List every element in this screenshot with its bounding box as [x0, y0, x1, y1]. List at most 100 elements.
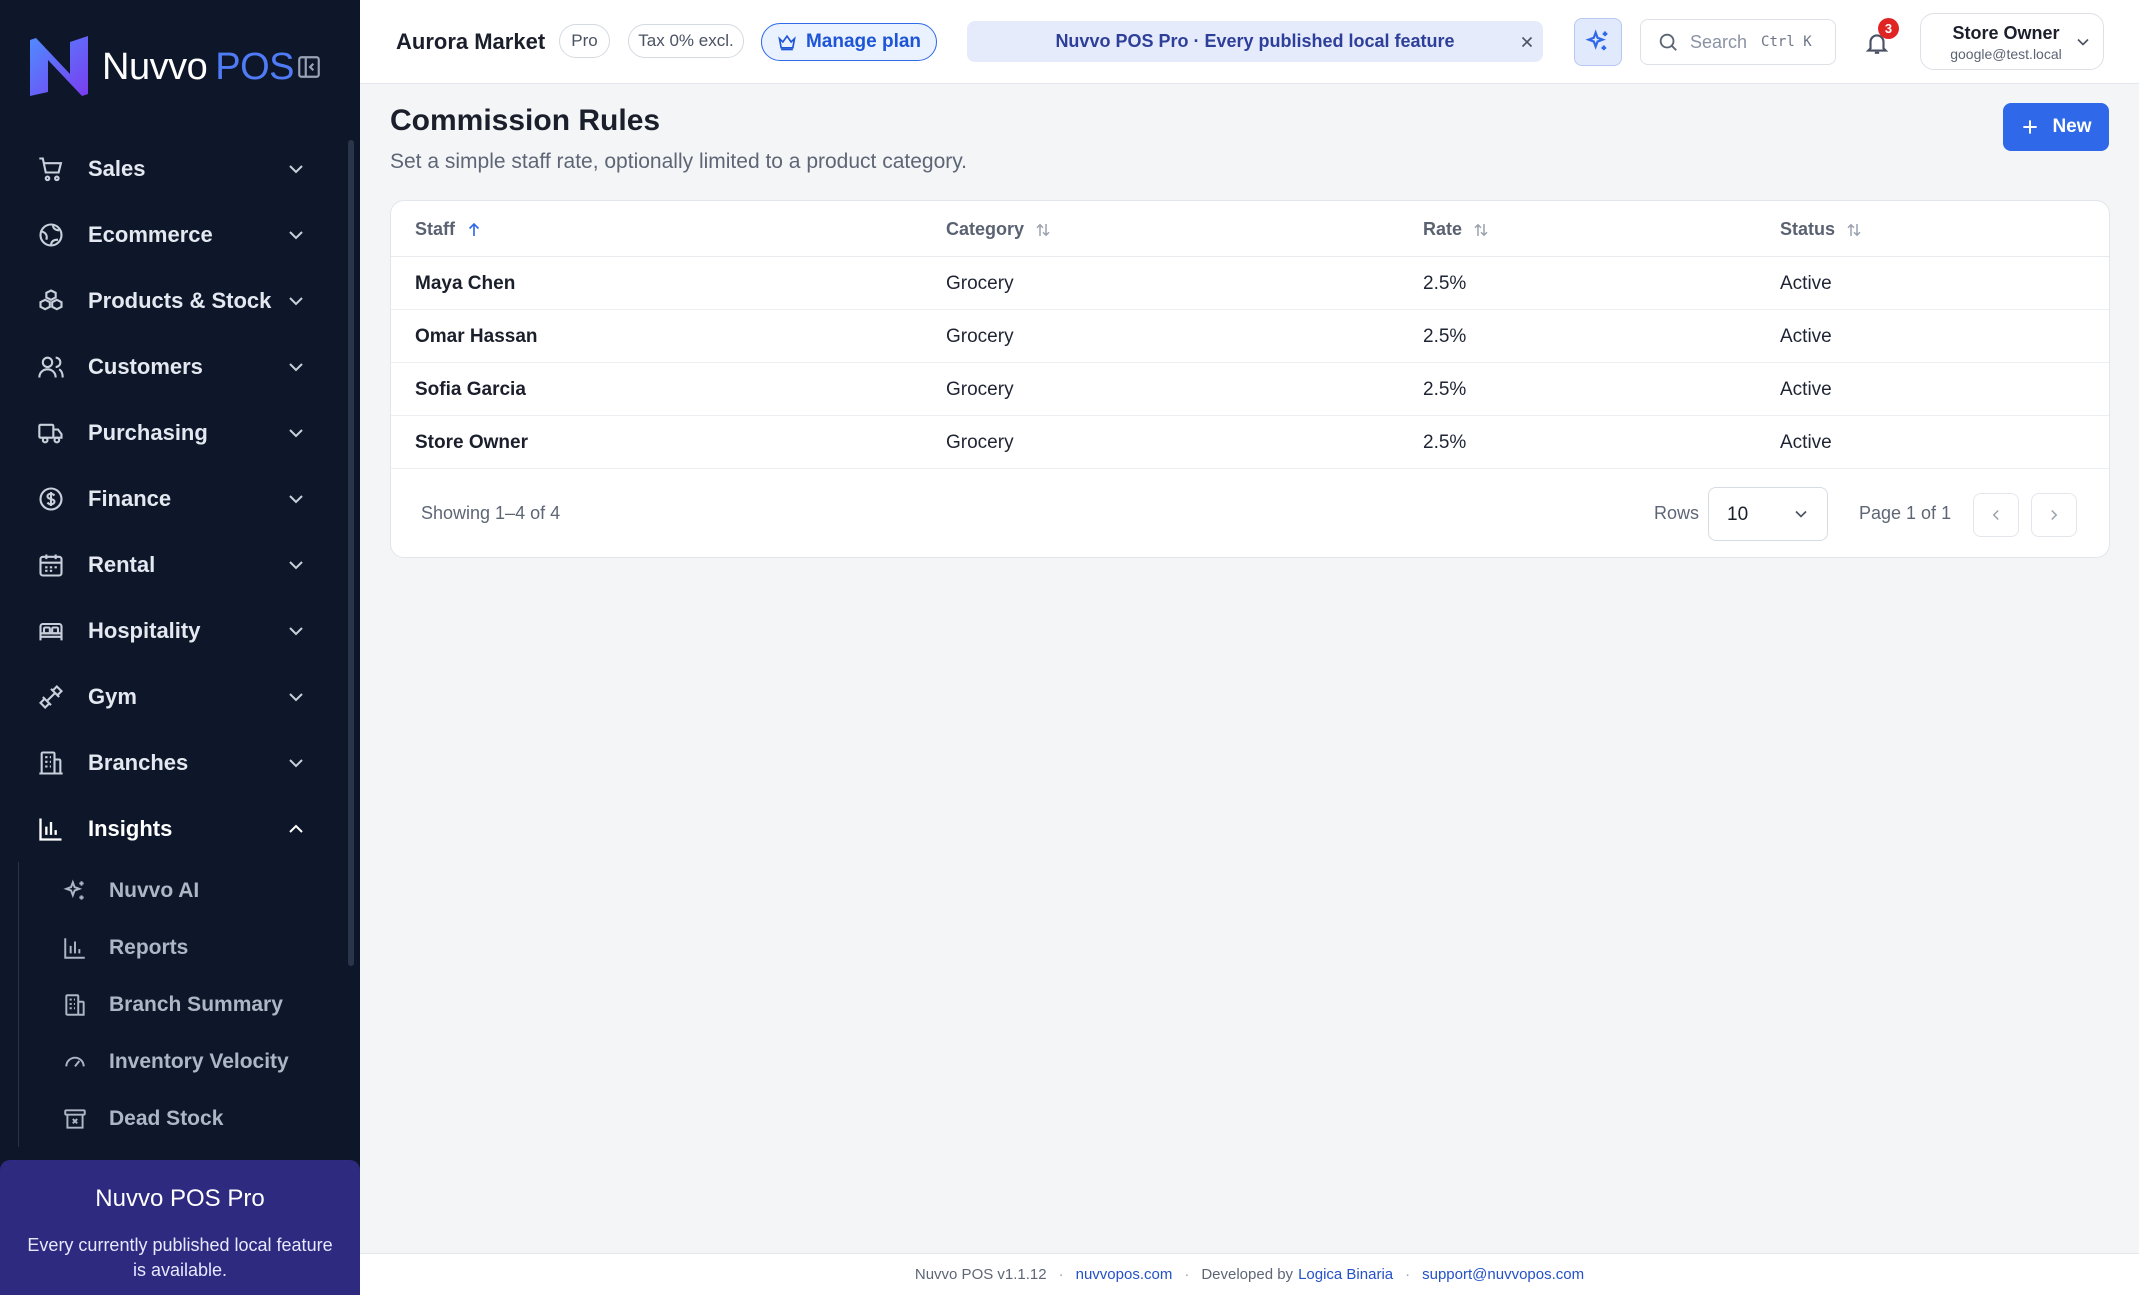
footer-separator: ·	[1405, 1266, 1411, 1283]
user-name: Store Owner	[1952, 23, 2060, 43]
next-page-button[interactable]	[2031, 493, 2077, 537]
promo-title: Nuvvo POS Pro	[95, 1185, 265, 1212]
cell-category: Grocery	[946, 432, 1014, 453]
crown-icon	[778, 34, 796, 51]
page-subtitle: Set a simple staff rate, optionally limi…	[390, 150, 968, 173]
chevron-down-icon	[289, 693, 303, 702]
sidebar-item-label: Sales	[88, 156, 146, 181]
sidebar-item-rental[interactable]: Rental	[0, 532, 350, 598]
sidebar-item-dead-stock[interactable]: Dead Stock	[19, 1090, 350, 1147]
brand-name: Nuvvo	[102, 45, 208, 88]
nuvvo-logo-icon	[30, 36, 88, 96]
notification-count-badge: 3	[1878, 18, 1899, 39]
cell-rate: 2.5%	[1423, 432, 1467, 453]
column-header-staff[interactable]: Staff	[415, 219, 483, 240]
store-name[interactable]: Aurora Market	[396, 29, 545, 55]
sidebar-item-label: Gym	[88, 684, 137, 709]
calendar-icon	[36, 550, 66, 580]
close-icon[interactable]	[1515, 30, 1539, 54]
chevron-down-icon	[289, 231, 303, 240]
sidebar-item-nuvvo-ai[interactable]: Nuvvo AI	[19, 862, 350, 919]
showing-count: Showing 1–4 of 4	[421, 503, 561, 523]
sidebar-item-branches[interactable]: Branches	[0, 730, 350, 796]
column-label: Status	[1780, 219, 1836, 239]
cell-staff: Maya Chen	[415, 273, 516, 294]
sidebar-item-label: Reports	[109, 935, 189, 959]
promo-text: Every currently published local feature …	[27, 1235, 333, 1280]
footer-separator: ·	[1058, 1266, 1064, 1283]
cart-icon	[36, 154, 66, 184]
developed-by-label: Developed by	[1201, 1266, 1294, 1283]
sidebar-item-label: Ecommerce	[88, 222, 213, 247]
chevron-left-icon	[1992, 509, 1999, 521]
developer-link[interactable]: Logica Binaria	[1298, 1266, 1393, 1283]
column-header-rate[interactable]: Rate	[1423, 219, 1490, 240]
users-icon	[36, 352, 66, 382]
user-menu[interactable]: Store Owner google@test.local	[1920, 13, 2104, 70]
support-email-link[interactable]: support@nuvvopos.com	[1422, 1266, 1584, 1283]
cell-rate: 2.5%	[1423, 273, 1467, 294]
sidebar-item-reports[interactable]: Reports	[19, 919, 350, 976]
archive-x-icon	[61, 1105, 89, 1133]
sidebar-item-label: Purchasing	[88, 420, 208, 445]
sidebar-item-label: Hospitality	[88, 618, 201, 643]
sidebar-item-insights[interactable]: Insights	[0, 796, 350, 862]
page-footer: Nuvvo POS v1.1.12 · nuvvopos.com · Devel…	[360, 1253, 2139, 1295]
website-link[interactable]: nuvvopos.com	[1076, 1266, 1173, 1283]
table-row[interactable]: Omar Hassan Grocery 2.5% Active	[391, 310, 2109, 363]
dollar-circle-icon	[36, 484, 66, 514]
sidebar-item-finance[interactable]: Finance	[0, 466, 350, 532]
manage-plan-button[interactable]: Manage plan	[761, 23, 937, 61]
chevron-right-icon	[2051, 509, 2058, 521]
sidebar-item-customers[interactable]: Customers	[0, 334, 350, 400]
app-version: Nuvvo POS v1.1.12	[914, 1266, 1047, 1283]
rows-per-page-value: 10	[1727, 504, 1749, 525]
ai-assistant-button[interactable]	[1574, 18, 1622, 66]
sidebar-item-hospitality[interactable]: Hospitality	[0, 598, 350, 664]
table-row[interactable]: Sofia Garcia Grocery 2.5% Active	[391, 363, 2109, 416]
previous-page-button[interactable]	[1973, 493, 2019, 537]
search-button[interactable]: Search Ctrl K	[1640, 19, 1836, 65]
brand-logo[interactable]: Nuvvo POS	[26, 32, 294, 102]
plus-icon	[2023, 120, 2038, 134]
sort-ascending-icon	[468, 222, 480, 236]
banner-text: Nuvvo POS Pro · Every published local fe…	[1055, 31, 1455, 51]
sort-icon	[1036, 223, 1050, 236]
column-header-status[interactable]: Status	[1780, 219, 1863, 240]
sidebar-item-gym[interactable]: Gym	[0, 664, 350, 730]
chevron-down-icon	[1795, 510, 1807, 518]
cell-status: Active	[1780, 432, 1832, 453]
sidebar-item-branch-summary[interactable]: Branch Summary	[19, 976, 350, 1033]
sidebar-item-sales[interactable]: Sales	[0, 136, 350, 202]
page-indicator: Page 1 of 1	[1859, 503, 1952, 523]
chevron-up-icon	[289, 824, 303, 833]
sidebar-item-inventory-velocity[interactable]: Inventory Velocity	[19, 1033, 350, 1090]
chevron-down-icon	[289, 297, 303, 306]
sidebar-item-label: Branch Summary	[109, 992, 283, 1016]
dumbbell-icon	[36, 682, 66, 712]
chevron-down-icon	[289, 627, 303, 636]
sidebar-item-ecommerce[interactable]: Ecommerce	[0, 202, 350, 268]
building-icon	[61, 991, 89, 1019]
globe-icon	[36, 220, 66, 250]
column-label: Category	[946, 219, 1025, 239]
cell-status: Active	[1780, 379, 1832, 400]
table-row[interactable]: Maya Chen Grocery 2.5% Active	[391, 257, 2109, 310]
insights-submenu: Nuvvo AI Reports Branch Summary Inventor…	[18, 862, 350, 1147]
sidebar-item-label: Rental	[88, 552, 156, 577]
sidebar-item-products-stock[interactable]: Products & Stock	[0, 268, 350, 334]
column-label: Rate	[1423, 219, 1463, 239]
table-row[interactable]: Store Owner Grocery 2.5% Active	[391, 416, 2109, 469]
sidebar-collapse-icon[interactable]	[294, 52, 324, 82]
cell-category: Grocery	[946, 326, 1014, 347]
new-button[interactable]: New	[2003, 103, 2109, 151]
column-label: Staff	[415, 219, 455, 239]
sidebar-scrollbar[interactable]	[348, 140, 354, 966]
rows-per-page-select[interactable]: 10	[1708, 487, 1828, 541]
column-header-category[interactable]: Category	[946, 219, 1052, 240]
table-header: Staff Category Rate Status	[391, 201, 2109, 257]
bar-chart-icon	[61, 934, 89, 962]
gauge-icon	[61, 1048, 89, 1076]
sidebar-item-purchasing[interactable]: Purchasing	[0, 400, 350, 466]
sidebar-item-label: Inventory Velocity	[109, 1049, 289, 1073]
